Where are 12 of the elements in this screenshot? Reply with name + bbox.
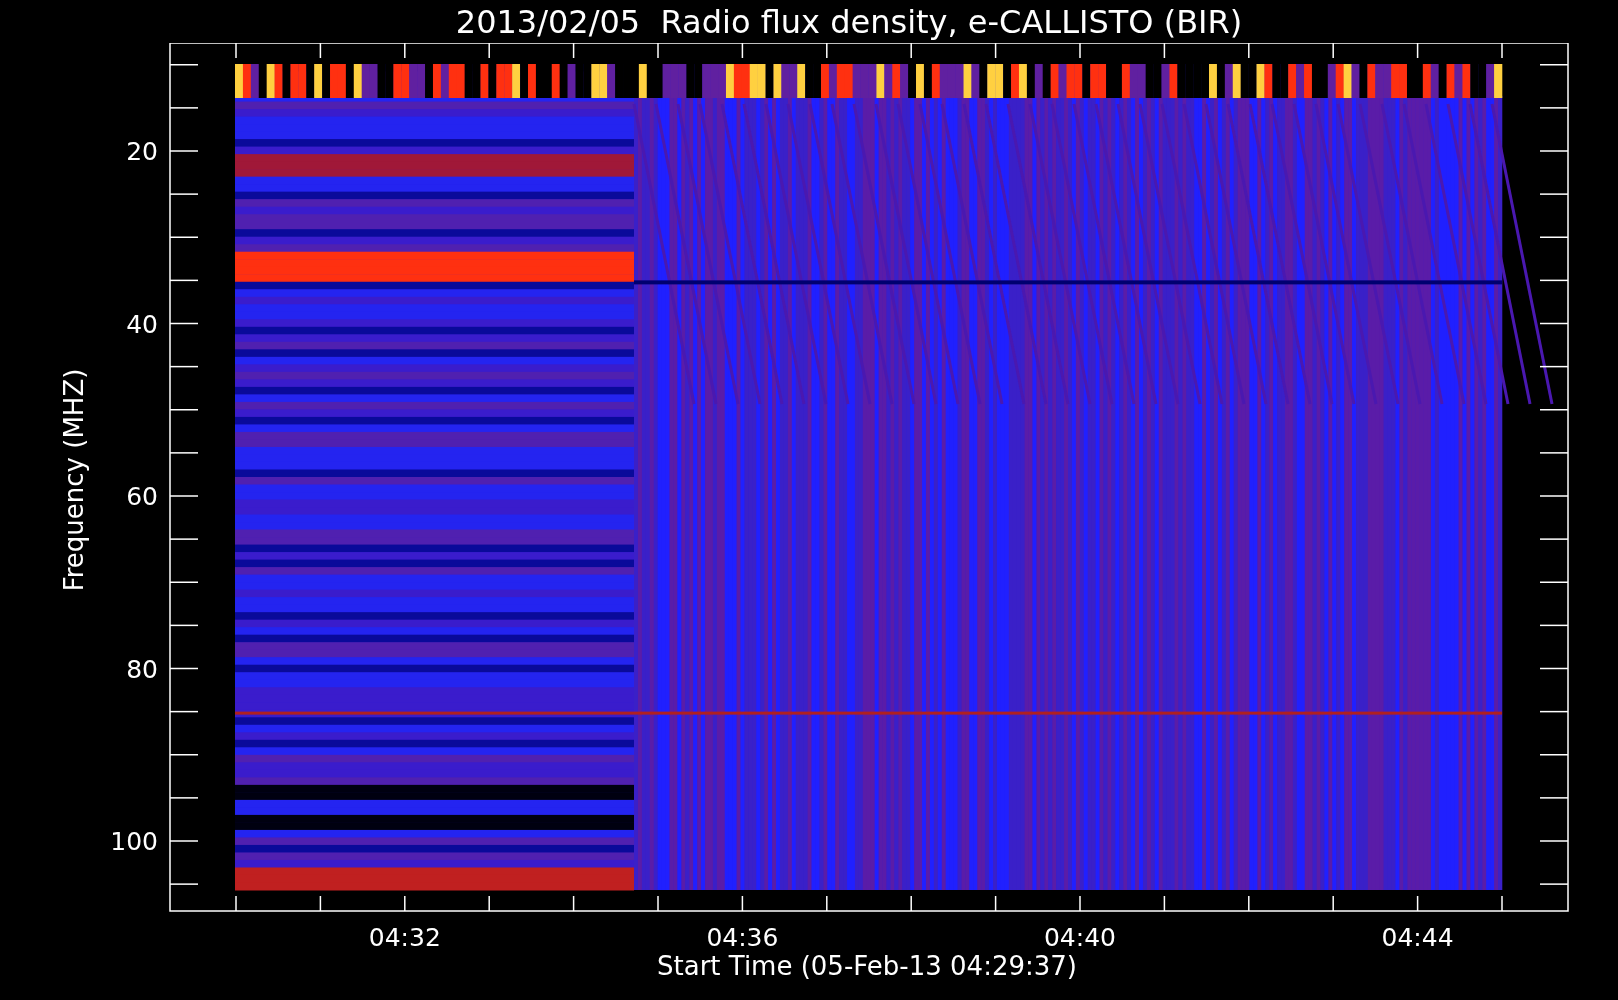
y-tick-label: 20 — [126, 137, 158, 166]
x-tick-label: 04:36 — [706, 923, 779, 952]
y-tick-label: 100 — [110, 827, 158, 856]
x-axis-label: Start Time (05-Feb-13 04:29:37) — [657, 951, 1077, 981]
y-tick-label: 40 — [126, 309, 158, 339]
x-tick-label: 04:32 — [368, 923, 441, 952]
y-tick-label: 80 — [126, 654, 158, 684]
y-tick-label: 60 — [126, 482, 158, 511]
x-tick-label: 04:44 — [1381, 923, 1454, 952]
chart-title: 2013/02/05 Radio flux density, e-CALLISTO (BIR) — [455, 5, 1243, 38]
x-tick-label: 04:40 — [1044, 923, 1116, 952]
y-axis-label: Frequency (MHZ) — [59, 368, 89, 592]
